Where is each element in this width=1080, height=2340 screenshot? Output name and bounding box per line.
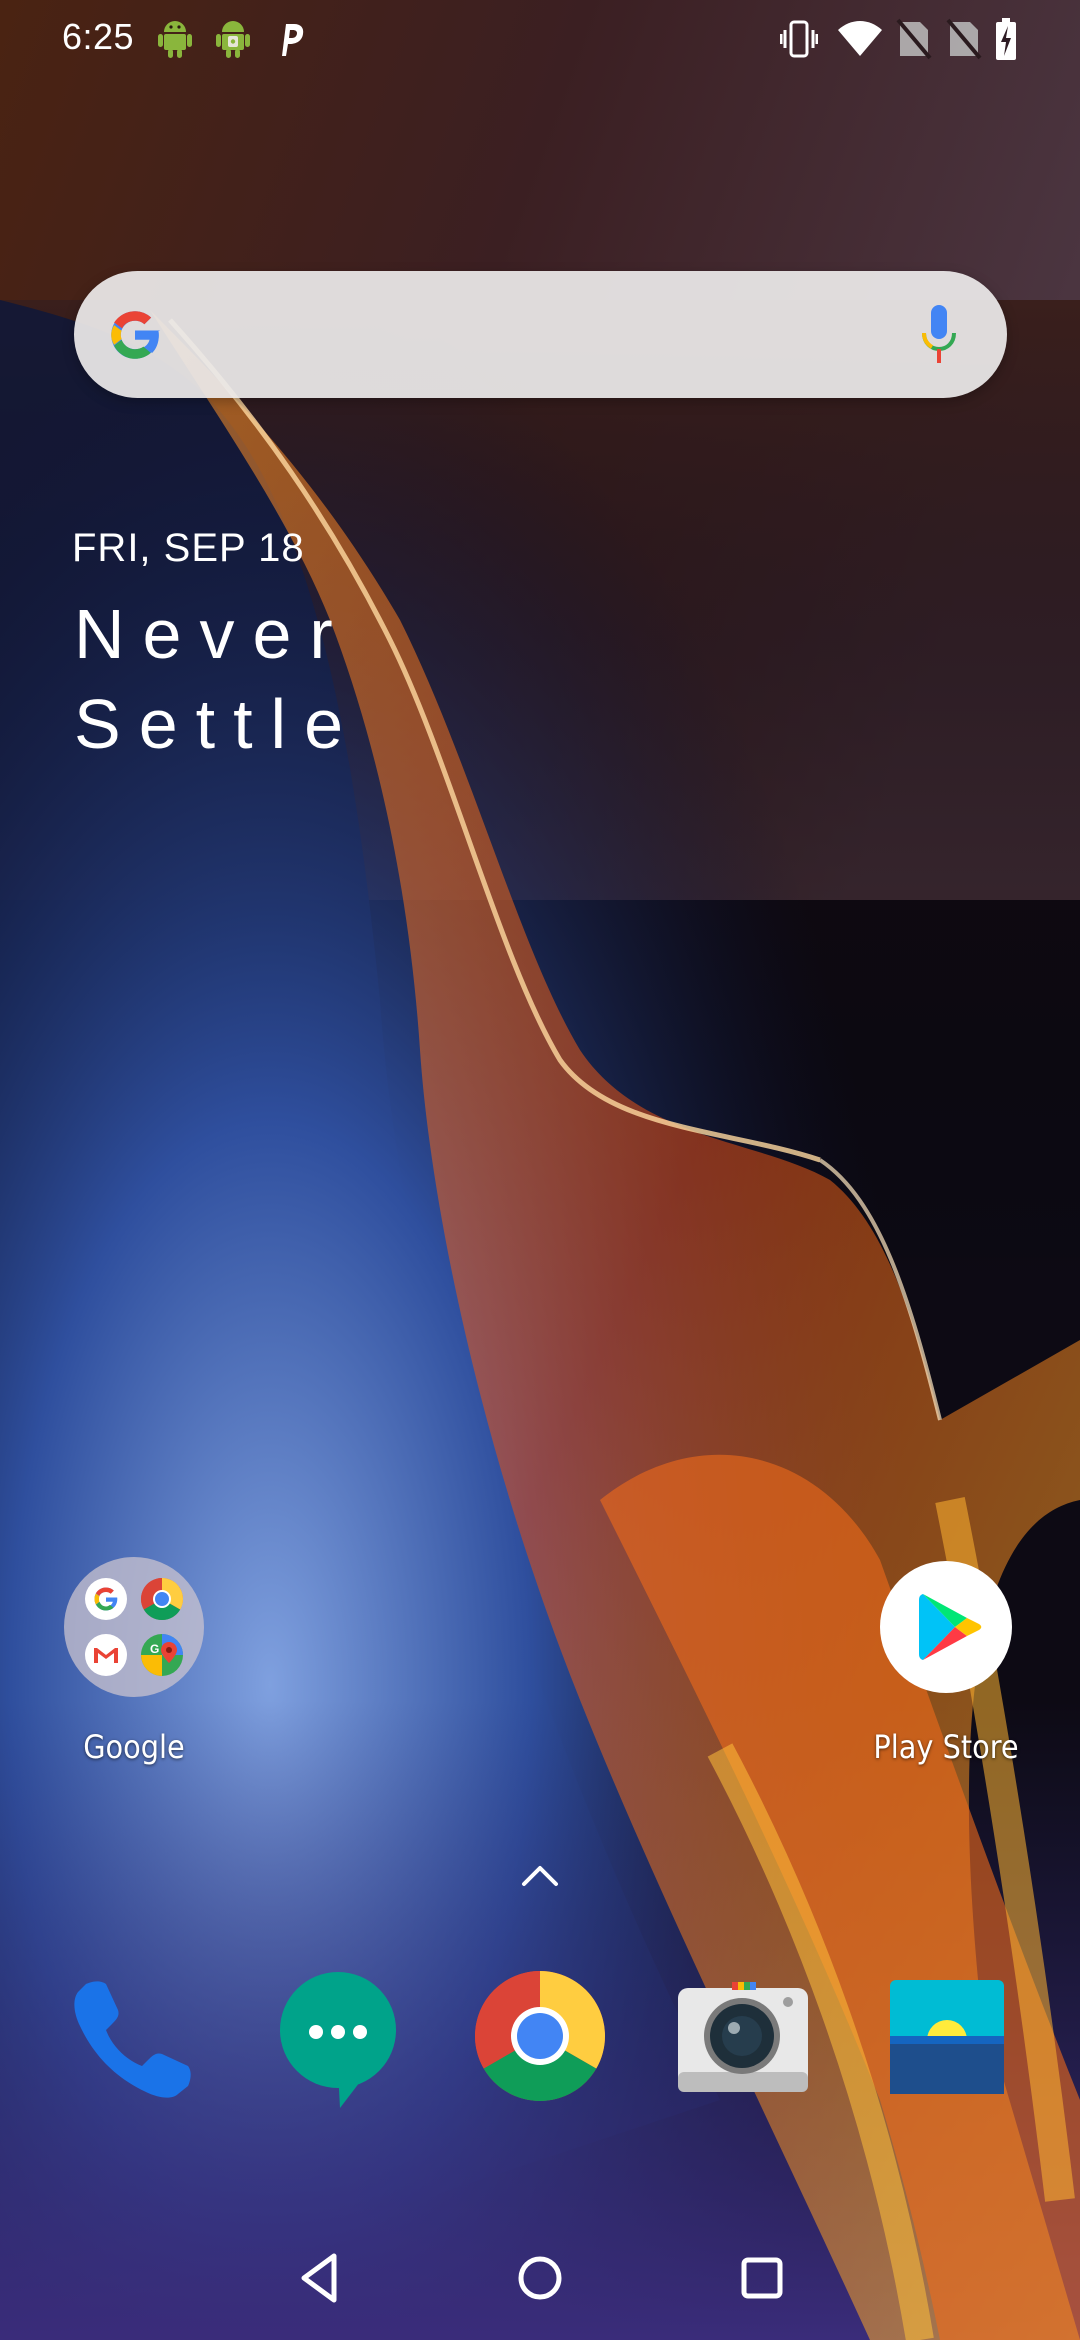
svg-text:G: G bbox=[150, 1642, 159, 1656]
gmail-icon bbox=[85, 1634, 127, 1676]
chevron-up-icon[interactable] bbox=[520, 1860, 560, 1890]
home-icon[interactable] bbox=[510, 2248, 570, 2308]
back-icon[interactable] bbox=[290, 2248, 350, 2308]
no-sim-icon bbox=[946, 18, 982, 60]
google-folder-icon[interactable]: G bbox=[63, 1556, 205, 1698]
p-app-icon bbox=[282, 24, 304, 56]
vibrate-icon bbox=[780, 20, 818, 58]
battery-charging-icon bbox=[996, 18, 1016, 60]
messages-icon[interactable] bbox=[278, 1970, 398, 2110]
date-widget: FRI, SEP 18 Never Settle bbox=[72, 526, 361, 769]
gallery-icon[interactable] bbox=[888, 1978, 1006, 2096]
play-store-label: Play Store bbox=[873, 1728, 1019, 1766]
chrome-icon bbox=[140, 1578, 184, 1621]
play-store-icon[interactable] bbox=[879, 1560, 1013, 1694]
date-text: FRI, SEP 18 bbox=[72, 526, 305, 570]
slogan-line-1: Never bbox=[74, 595, 351, 673]
slogan-line-2: Settle bbox=[74, 685, 361, 763]
search-bar[interactable] bbox=[74, 271, 1007, 398]
status-bar: 6:25 bbox=[0, 0, 1080, 80]
maps-icon: G bbox=[141, 1634, 183, 1676]
google-folder[interactable]: G Google bbox=[54, 1556, 214, 1766]
dock bbox=[0, 1960, 1080, 2120]
android-debug-icon bbox=[216, 21, 250, 58]
status-time: 6:25 bbox=[62, 16, 135, 57]
phone-icon[interactable] bbox=[68, 1974, 198, 2104]
google-g-icon[interactable] bbox=[104, 304, 166, 366]
android-icon bbox=[158, 21, 192, 58]
wifi-icon bbox=[838, 21, 882, 56]
google-folder-label: Google bbox=[83, 1728, 185, 1766]
chrome-icon[interactable] bbox=[474, 1970, 606, 2102]
navigation-bar bbox=[0, 2214, 1080, 2340]
play-store-app[interactable]: Play Store bbox=[866, 1560, 1026, 1766]
mic-icon[interactable] bbox=[919, 303, 959, 369]
google-icon bbox=[85, 1578, 127, 1620]
no-sim-icon bbox=[896, 18, 932, 60]
search-input[interactable] bbox=[194, 301, 878, 369]
recents-icon[interactable] bbox=[732, 2248, 792, 2308]
camera-icon[interactable] bbox=[676, 1982, 810, 2094]
